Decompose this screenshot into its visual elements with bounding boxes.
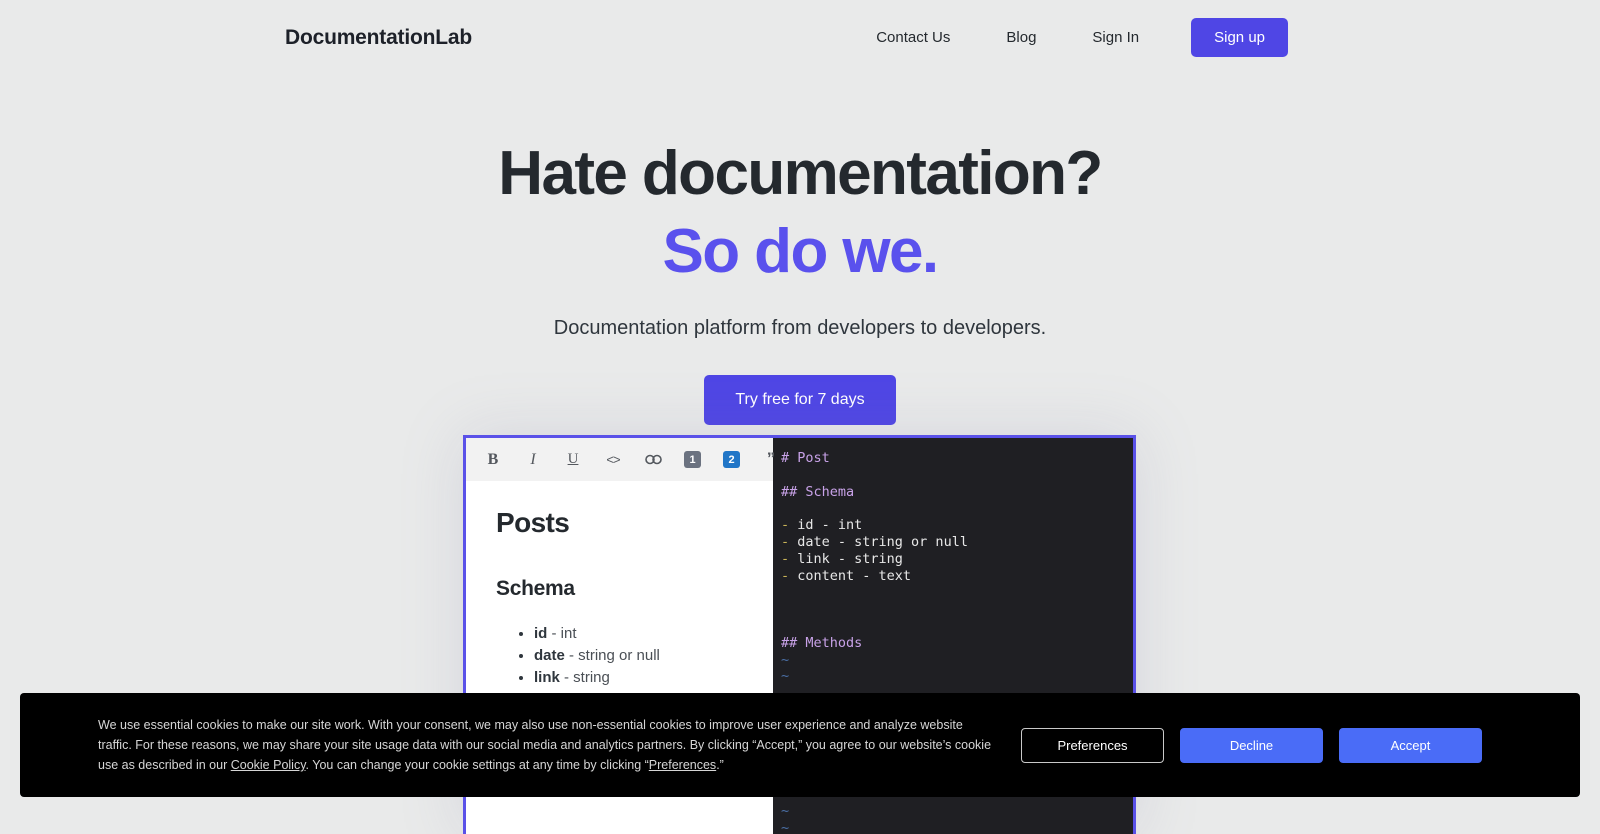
code-line: ## Methods (781, 634, 863, 651)
editor-toolbar: B I U <> 1 2 ” (466, 438, 775, 481)
cookie-banner-text: We use essential cookies to make our sit… (98, 715, 997, 775)
doc-schema-list: id - int date - string or null link - st… (496, 623, 751, 689)
main-nav: Contact Us Blog Sign In Sign up (876, 18, 1600, 57)
try-free-button[interactable]: Try free for 7 days (704, 375, 896, 425)
code-line: ~ (781, 819, 790, 834)
blockquote-icon[interactable]: ” (762, 450, 780, 469)
preferences-link[interactable]: Preferences (649, 758, 716, 772)
code-line: ## Schema (781, 483, 855, 500)
hero-title-line2: So do we. (662, 217, 940, 286)
code-line: - id - int (781, 517, 863, 534)
code-line: - link - string (781, 550, 903, 567)
field-type: - int (547, 625, 577, 642)
field-name: link (534, 669, 560, 686)
sign-up-button[interactable]: Sign up (1191, 18, 1288, 57)
heading-1-icon[interactable]: 1 (684, 451, 701, 468)
field-name: date (534, 647, 565, 664)
code-line: ~ (781, 668, 790, 685)
preferences-button[interactable]: Preferences (1021, 727, 1164, 763)
code-line: ~ (781, 651, 790, 668)
hero-title-line1: Hate documentation? (498, 139, 1103, 208)
list-item: link - string (534, 667, 751, 689)
field-name: id (534, 625, 548, 642)
field-type: - string (559, 669, 610, 686)
heading-2-icon[interactable]: 2 (723, 451, 740, 468)
list-item: date - string or null (534, 645, 751, 667)
code-line: ~ (781, 802, 790, 819)
nav-link-blog[interactable]: Blog (1006, 29, 1036, 46)
hero-section: Hate documentation? So do we. Documentat… (0, 75, 1600, 425)
code-line: - date - string or null (781, 533, 968, 550)
cookie-consent-banner: We use essential cookies to make our sit… (20, 693, 1580, 797)
cookie-text-part2: . You can change your cookie settings at… (305, 758, 649, 772)
brand-logo[interactable]: DocumentationLab (285, 26, 472, 50)
hero-subtitle: Documentation platform from developers t… (553, 317, 1047, 339)
code-icon[interactable]: <> (604, 451, 622, 469)
code-line: # Post (781, 450, 830, 466)
nav-link-sign-in[interactable]: Sign In (1092, 29, 1139, 46)
decline-button[interactable]: Decline (1180, 727, 1323, 763)
doc-heading-schema: Schema (496, 577, 575, 600)
bold-icon[interactable]: B (484, 451, 502, 469)
code-line: - content - text (781, 567, 912, 584)
cookie-banner-actions: Preferences Decline Accept (1021, 727, 1552, 763)
field-type: - string or null (564, 647, 660, 664)
site-header: DocumentationLab Contact Us Blog Sign In… (0, 0, 1600, 75)
italic-icon[interactable]: I (524, 451, 542, 469)
page-title: Hate documentation? So do we. (0, 143, 1600, 283)
accept-button[interactable]: Accept (1339, 727, 1482, 763)
link-icon[interactable] (644, 451, 662, 469)
cookie-policy-link[interactable]: Cookie Policy (231, 758, 306, 772)
nav-link-contact-us[interactable]: Contact Us (876, 29, 950, 46)
cookie-text-part3: .” (716, 758, 724, 772)
underline-icon[interactable]: U (564, 451, 582, 469)
doc-heading-posts: Posts (496, 507, 570, 538)
list-item: id - int (534, 623, 751, 645)
